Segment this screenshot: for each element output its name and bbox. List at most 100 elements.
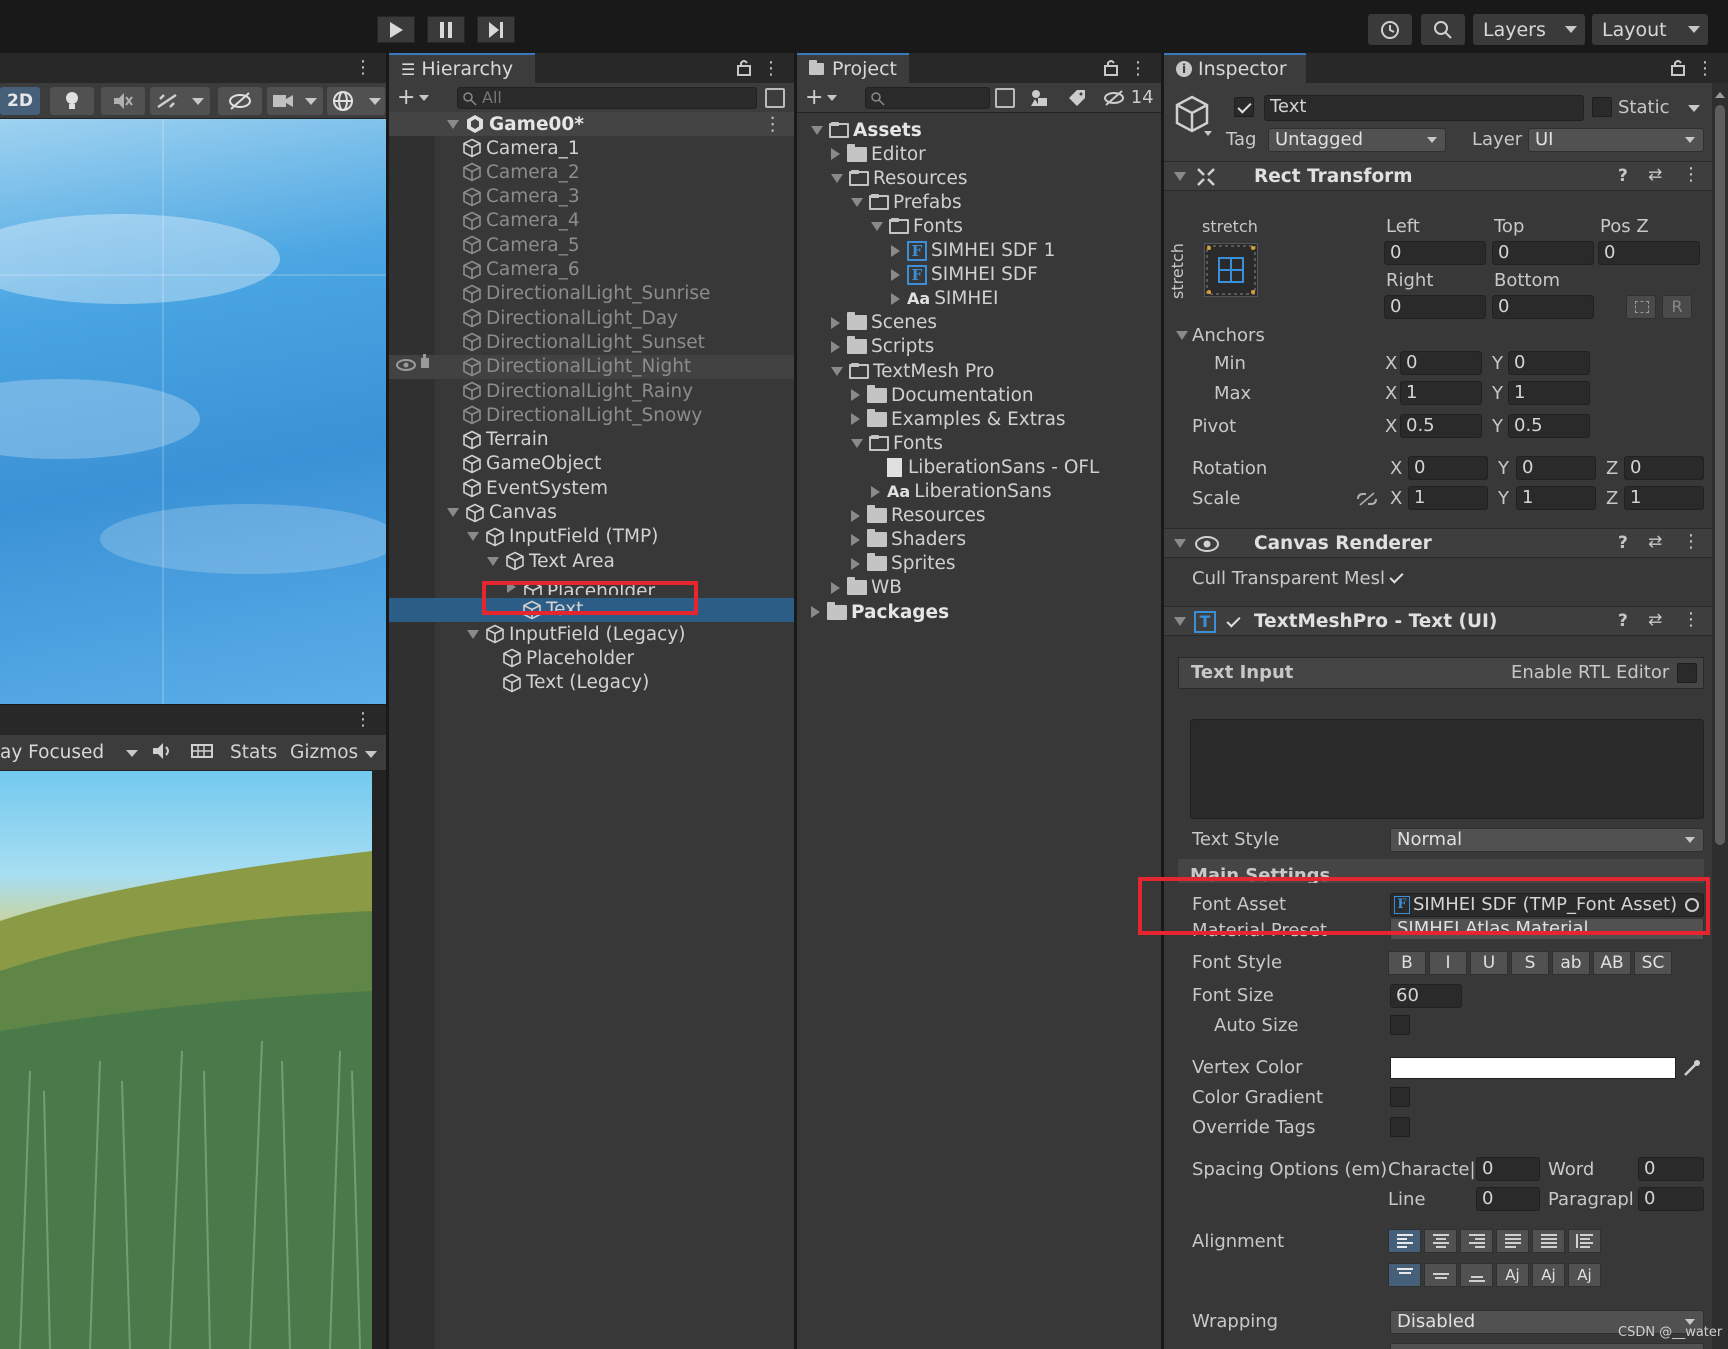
rotation-x-input[interactable]: 0	[1408, 456, 1488, 480]
project-item[interactable]: Aa LiberationSans	[871, 480, 1052, 504]
scene-visibility-icon[interactable]	[765, 88, 785, 108]
expand-arrow-icon[interactable]	[811, 125, 823, 135]
align-middle-button[interactable]	[1424, 1263, 1457, 1287]
chevron-down-icon[interactable]	[1204, 131, 1212, 136]
project-item[interactable]: Examples & Extras	[851, 407, 1066, 431]
kebab-menu-icon[interactable]: ⋮	[762, 58, 780, 79]
top-input[interactable]: 0	[1492, 241, 1594, 265]
text-input-area[interactable]	[1190, 719, 1704, 819]
character-spacing-input[interactable]: 0	[1476, 1157, 1540, 1181]
scale-z-input[interactable]: 1	[1624, 486, 1704, 510]
rotation-y-input[interactable]: 0	[1516, 456, 1596, 480]
anchor-max-x-input[interactable]: 1	[1400, 381, 1482, 405]
align-flush-button[interactable]	[1532, 1229, 1565, 1253]
2d-toggle-button[interactable]: 2D	[0, 87, 40, 115]
expand-arrow-icon[interactable]	[1174, 617, 1186, 626]
canvas-renderer-header[interactable]: Canvas Renderer ? ⇄ ⋮	[1164, 528, 1728, 558]
preset-icon[interactable]: ⇄	[1648, 165, 1662, 185]
kebab-menu-icon[interactable]: ⋮	[354, 57, 372, 78]
hierarchy-item[interactable]: Camera_5	[389, 233, 794, 257]
collapse-arrow-icon[interactable]	[831, 340, 840, 353]
hierarchy-item[interactable]: Camera_1	[389, 136, 794, 160]
project-item[interactable]: TextMesh Pro	[831, 359, 994, 383]
game-scrollbar[interactable]	[372, 771, 386, 1349]
align-top-button[interactable]	[1388, 1263, 1421, 1287]
paragraph-spacing-input[interactable]: 0	[1638, 1187, 1704, 1211]
word-spacing-input[interactable]: 0	[1638, 1157, 1704, 1181]
chevron-down-icon[interactable]	[365, 751, 377, 758]
align-baseline-button[interactable]: Aj	[1496, 1263, 1529, 1287]
tmp-header[interactable]: T TextMeshPro - Text (UI) ? ⇄ ⋮	[1164, 606, 1728, 636]
project-item[interactable]: Assets	[811, 118, 922, 142]
collapse-arrow-icon[interactable]	[811, 606, 820, 618]
gizmos-dropdown[interactable]	[327, 87, 385, 115]
project-item[interactable]: Shaders	[851, 528, 966, 552]
gizmos-button[interactable]: Gizmos	[286, 739, 362, 767]
hierarchy-search-input[interactable]: All	[457, 87, 757, 109]
collapse-arrow-icon[interactable]	[891, 292, 900, 305]
preset-icon[interactable]: ⇄	[1648, 610, 1662, 630]
expand-arrow-icon[interactable]	[467, 532, 479, 542]
kebab-menu-icon[interactable]: ⋮	[354, 709, 372, 730]
project-item[interactable]: Scripts	[831, 335, 934, 359]
inspector-scrollbar[interactable]	[1712, 83, 1728, 1349]
hierarchy-item[interactable]: DirectionalLight_Day	[389, 306, 794, 330]
scene-root-row[interactable]: Game00* ⋮	[389, 112, 794, 136]
collapse-arrow-icon[interactable]	[891, 244, 900, 257]
scene-viewport[interactable]	[0, 119, 386, 704]
raw-edit-button[interactable]: R	[1662, 295, 1692, 319]
posz-input[interactable]: 0	[1598, 241, 1700, 265]
kebab-menu-icon[interactable]: ⋮	[1682, 609, 1700, 630]
align-right-button[interactable]	[1460, 1229, 1493, 1253]
anchor-max-y-input[interactable]: 1	[1508, 381, 1590, 405]
tab-hierarchy[interactable]: ☰ Hierarchy	[389, 53, 535, 83]
project-item[interactable]: Editor	[831, 142, 926, 166]
history-button[interactable]	[1368, 14, 1412, 45]
pivot-x-input[interactable]: 0.5	[1400, 414, 1482, 438]
layout-dropdown[interactable]: Layout	[1592, 14, 1708, 45]
hierarchy-item[interactable]: DirectionalLight_Night	[389, 354, 794, 379]
align-justified-button[interactable]	[1496, 1229, 1529, 1253]
hierarchy-item[interactable]: Text (Legacy)	[389, 671, 794, 695]
hierarchy-item[interactable]: Placeholder	[389, 646, 794, 670]
collapse-arrow-icon[interactable]	[851, 533, 860, 546]
hierarchy-item[interactable]: InputField (TMP)	[389, 525, 794, 549]
mute-audio-button[interactable]	[150, 741, 178, 765]
hidden-packages-toggle[interactable]: 14	[1103, 87, 1154, 108]
scrollbar-thumb[interactable]	[1715, 105, 1725, 845]
expand-arrow-icon[interactable]	[1174, 172, 1186, 181]
font-style-button[interactable]: B	[1388, 951, 1426, 975]
align-left-button[interactable]	[1388, 1229, 1421, 1253]
expand-arrow-icon[interactable]	[447, 119, 459, 129]
collapse-arrow-icon[interactable]	[831, 581, 840, 594]
hierarchy-item[interactable]: Camera_4	[389, 209, 794, 233]
hierarchy-item[interactable]: Camera_6	[389, 258, 794, 282]
font-style-button[interactable]: I	[1429, 951, 1467, 975]
lock-icon[interactable]	[736, 58, 752, 81]
expand-arrow-icon[interactable]	[851, 438, 863, 448]
project-item[interactable]: LiberationSans - OFL	[871, 455, 1099, 479]
search-button[interactable]	[1421, 14, 1465, 45]
tab-inspector[interactable]: i Inspector	[1164, 53, 1306, 83]
help-icon[interactable]: ?	[1618, 611, 1628, 631]
active-checkbox[interactable]	[1234, 97, 1254, 117]
lighting-toggle-button[interactable]	[50, 87, 94, 115]
help-icon[interactable]: ?	[1618, 533, 1628, 553]
pivot-y-input[interactable]: 0.5	[1508, 414, 1590, 438]
font-style-button[interactable]: AB	[1593, 951, 1631, 975]
static-checkbox[interactable]	[1592, 97, 1612, 117]
align-geometry-center-button[interactable]	[1568, 1229, 1601, 1253]
project-item[interactable]: F SIMHEI SDF 1	[891, 239, 1055, 263]
hierarchy-item[interactable]: Camera_2	[389, 160, 794, 184]
overflow-dropdown[interactable]	[1390, 1343, 1704, 1349]
label-tag-icon[interactable]	[1067, 88, 1087, 108]
eye-icon[interactable]	[395, 355, 417, 377]
play-focused-dropdown[interactable]: ay Focused	[0, 742, 138, 763]
hierarchy-item[interactable]: InputField (Legacy)	[389, 622, 794, 646]
project-item[interactable]: Fonts	[851, 431, 943, 455]
collapse-arrow-icon[interactable]	[851, 509, 860, 522]
collapse-arrow-icon[interactable]	[851, 557, 860, 570]
expand-arrow-icon[interactable]	[1174, 539, 1186, 548]
text-style-dropdown[interactable]: Normal	[1390, 828, 1704, 852]
eyedropper-icon[interactable]	[1682, 1058, 1702, 1078]
